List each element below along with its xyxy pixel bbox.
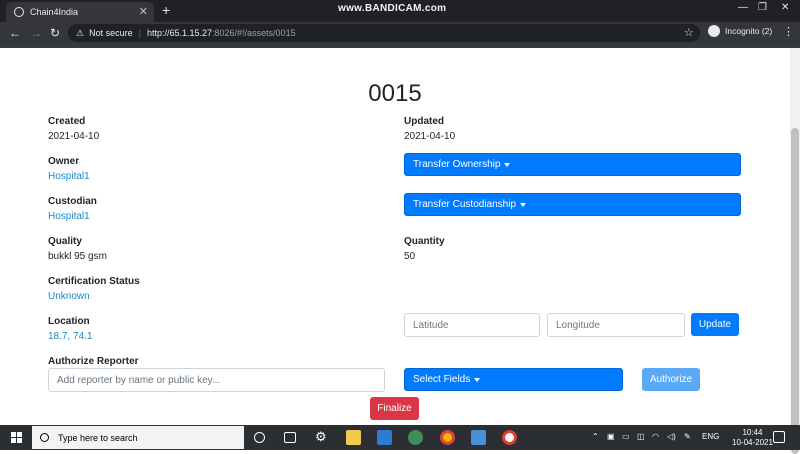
browser-tab[interactable]: Chain4India ✕ — [6, 2, 154, 22]
updated-value: 2021-04-10 — [404, 131, 456, 142]
tray-app-icon[interactable]: ◫ — [637, 432, 645, 441]
latitude-input[interactable]: Latitude — [404, 313, 540, 337]
custodian-label: Custodian — [48, 196, 97, 207]
globe-icon — [14, 7, 24, 17]
transfer-ownership-label: Transfer Ownership — [413, 159, 501, 170]
caret-down-icon — [520, 202, 527, 207]
notification-icon[interactable] — [773, 431, 785, 443]
network-app-icon[interactable] — [471, 430, 486, 445]
scrollbar-thumb[interactable] — [791, 128, 799, 454]
url-path: :8026/#!/assets/0015 — [212, 28, 296, 38]
longitude-input[interactable]: Longitude — [547, 313, 685, 337]
clock-time: 10:44 — [742, 428, 763, 437]
file-explorer-icon[interactable] — [346, 430, 361, 445]
language-indicator[interactable]: ENG — [702, 432, 719, 441]
transfer-ownership-dropdown[interactable]: Transfer Ownership — [404, 153, 741, 176]
tab-title: Chain4India — [30, 7, 79, 17]
quantity-label: Quantity — [404, 236, 445, 247]
created-label: Created — [48, 116, 86, 127]
bookmark-star-icon[interactable]: ☆ — [684, 26, 694, 39]
windows-start-icon[interactable] — [11, 432, 22, 443]
tray-chevron-icon[interactable]: ⌃ — [592, 432, 599, 441]
quality-value: bukkl 95 gsm — [48, 251, 107, 262]
bandicam-icon[interactable] — [502, 430, 517, 445]
transfer-custodianship-label: Transfer Custodianship — [413, 199, 517, 210]
reload-icon[interactable]: ↻ — [50, 26, 60, 40]
authorize-reporter-label: Authorize Reporter — [48, 356, 139, 367]
address-bar[interactable]: ⚠ Not secure | http://65.1.15.27:8026/#!… — [68, 24, 700, 42]
scrollbar[interactable] — [790, 48, 800, 454]
warning-icon: ⚠ — [76, 27, 85, 38]
caret-down-icon — [474, 377, 481, 382]
clock-date: 10-04-2021 — [732, 438, 773, 447]
back-icon[interactable]: ← — [9, 26, 21, 40]
certification-link[interactable]: Unknown — [48, 291, 90, 302]
navbar-edge — [0, 44, 800, 48]
volume-icon[interactable]: ◁) — [667, 432, 676, 441]
custodian-link[interactable]: Hospital1 — [48, 211, 90, 222]
taskbar-search-placeholder: Type here to search — [58, 432, 138, 443]
windows-taskbar: Type here to search ⚙ ⌃ ▣ ▭ ◫ ◠ ◁) ✎ ENG… — [0, 425, 800, 450]
address-separator: | — [138, 28, 141, 38]
browser-menu-icon[interactable]: ⋮ — [783, 25, 794, 38]
chrome-icon[interactable] — [440, 430, 455, 445]
pen-icon[interactable]: ✎ — [684, 432, 691, 441]
profile-label: Incognito (2) — [725, 26, 773, 36]
owner-link[interactable]: Hospital1 — [48, 171, 90, 182]
battery-icon[interactable]: ▭ — [622, 432, 630, 441]
select-fields-label: Select Fields — [413, 374, 471, 385]
finalize-button[interactable]: Finalize — [370, 397, 419, 420]
browser-toolbar: ← → ↻ ⚠ Not secure | http://65.1.15.27:8… — [0, 22, 800, 44]
created-value: 2021-04-10 — [48, 131, 100, 142]
location-label: Location — [48, 316, 90, 327]
system-clock[interactable]: 10:44 10-04-2021 — [732, 428, 773, 448]
settings-gear-icon[interactable]: ⚙ — [315, 429, 327, 445]
select-fields-dropdown[interactable]: Select Fields — [404, 368, 623, 391]
owner-label: Owner — [48, 156, 80, 167]
reporter-input[interactable]: Add reporter by name or public key... — [48, 368, 385, 392]
task-view-icon[interactable] — [284, 432, 296, 443]
certification-label: Certification Status — [48, 276, 140, 287]
asset-title: 0015 — [368, 80, 422, 107]
forward-icon[interactable]: → — [30, 26, 42, 40]
incognito-icon — [708, 25, 720, 37]
close-window-button[interactable]: ✕ — [781, 2, 789, 13]
app-icon[interactable] — [408, 430, 423, 445]
caret-down-icon — [504, 162, 511, 167]
wifi-icon[interactable]: ◠ — [652, 432, 659, 441]
taskbar-search[interactable]: Type here to search — [32, 426, 244, 449]
close-tab-icon[interactable]: ✕ — [139, 5, 148, 18]
search-icon — [40, 433, 49, 442]
url-host: http://65.1.15.27 — [146, 28, 213, 38]
transfer-custodianship-dropdown[interactable]: Transfer Custodianship — [404, 193, 741, 216]
quantity-value: 50 — [404, 251, 416, 262]
update-button[interactable]: Update — [691, 313, 739, 336]
tray-network-icon[interactable]: ▣ — [607, 432, 615, 441]
word-icon[interactable] — [377, 430, 392, 445]
updated-label: Updated — [404, 116, 444, 127]
authorize-button[interactable]: Authorize — [642, 368, 700, 391]
security-label: Not secure — [89, 28, 133, 38]
browser-tab-strip: Chain4India ✕ + www.BANDICAM.com — ❐ ✕ — [0, 0, 800, 22]
restore-button[interactable]: ❐ — [758, 2, 767, 13]
incognito-profile[interactable]: Incognito (2) — [708, 25, 772, 37]
quality-label: Quality — [48, 236, 82, 247]
location-link[interactable]: 18.7, 74.1 — [48, 331, 92, 342]
recording-watermark: www.BANDICAM.com — [338, 3, 447, 14]
minimize-button[interactable]: — — [738, 2, 748, 13]
new-tab-button[interactable]: + — [162, 2, 170, 18]
cortana-icon[interactable] — [254, 432, 265, 443]
